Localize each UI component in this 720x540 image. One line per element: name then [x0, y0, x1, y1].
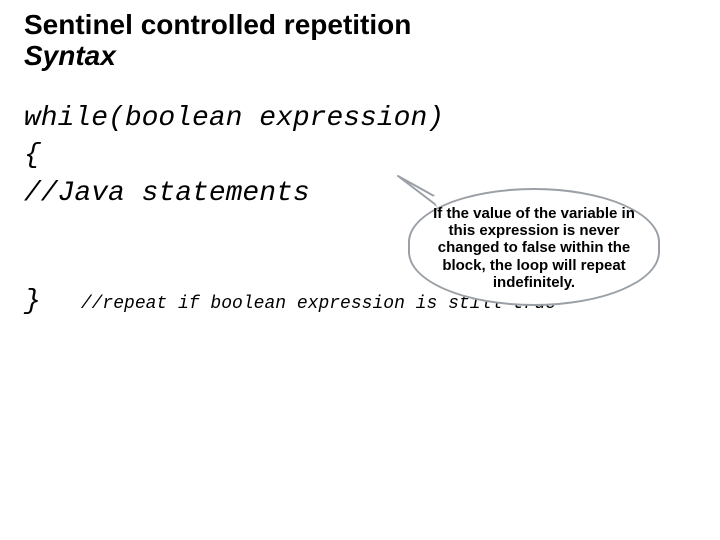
callout-text: If the value of the variable in this exp… — [424, 205, 644, 291]
slide-title: Sentinel controlled repetition Syntax — [24, 10, 696, 72]
title-line-2: Syntax — [24, 41, 696, 72]
code-line-while: while(boolean expression) — [24, 100, 696, 138]
callout-bubble: If the value of the variable in this exp… — [408, 188, 660, 306]
code-line-open-brace: { — [24, 137, 696, 175]
code-close-brace: } — [24, 283, 41, 321]
slide: Sentinel controlled repetition Syntax wh… — [0, 0, 720, 540]
title-line-1: Sentinel controlled repetition — [24, 10, 696, 41]
